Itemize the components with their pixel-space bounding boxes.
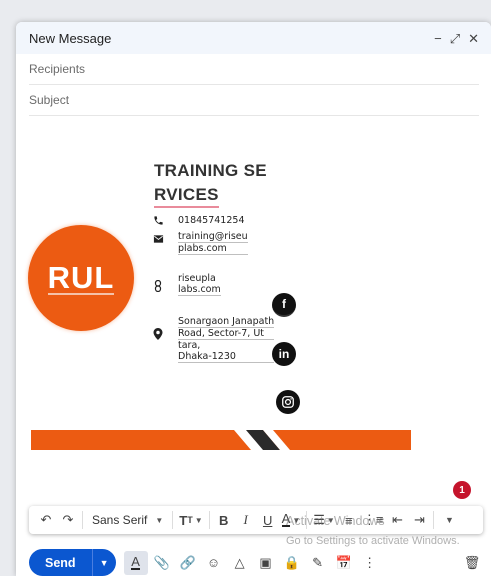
toolbar-divider xyxy=(433,511,435,529)
underline-icon[interactable]: U xyxy=(257,509,279,531)
minimize-icon[interactable]: − xyxy=(434,32,442,45)
phone-icon xyxy=(152,215,164,227)
attach-icon[interactable]: 📎 xyxy=(150,551,174,575)
more-formatting-icon[interactable]: ▼ xyxy=(437,509,459,531)
address-line2: Road, Sector-7, Ut xyxy=(178,328,275,340)
facebook-letter: f xyxy=(282,297,286,311)
expand-icon[interactable]: ⤢ xyxy=(450,32,460,45)
company-logo: RUL xyxy=(28,225,134,331)
redo-icon[interactable]: ↷ xyxy=(57,509,79,531)
italic-icon[interactable]: I xyxy=(235,509,257,531)
website-line2: labs.com xyxy=(178,284,221,296)
signature-icon[interactable]: ✎ xyxy=(306,551,330,575)
confidential-icon[interactable]: 🔒 xyxy=(280,551,304,575)
phone-number: 01845741254 xyxy=(178,215,245,226)
logo-text: RUL xyxy=(47,259,115,295)
photo-icon[interactable]: ▣ xyxy=(254,551,278,575)
send-button[interactable]: Send xyxy=(29,549,92,576)
email-icon xyxy=(152,234,164,246)
emoji-icon[interactable]: ☺ xyxy=(202,551,226,575)
website-text[interactable]: riseupla labs.com xyxy=(178,273,221,296)
more-options-icon[interactable]: ⋮ xyxy=(358,551,382,575)
bold-icon[interactable]: B xyxy=(213,509,235,531)
indent-more-icon[interactable]: ⇥ xyxy=(408,509,430,531)
schedule-icon[interactable]: 📅 xyxy=(332,551,356,575)
undo-icon[interactable]: ↶ xyxy=(35,509,57,531)
indent-less-icon[interactable]: ⇤ xyxy=(386,509,408,531)
trash-icon[interactable]: 🗑 xyxy=(461,552,483,574)
signature-title-line1: TRAINING SE xyxy=(154,161,267,180)
signature-divider-stripe xyxy=(31,430,411,450)
message-body[interactable]: TRAINING SE RVICES RUL 01845741254 train… xyxy=(16,118,491,508)
subject-placeholder: Subject xyxy=(29,93,70,107)
chevron-down-icon: ▼ xyxy=(155,515,164,525)
address-text: Sonargaon Janapath Road, Sector-7, Ut ta… xyxy=(178,316,275,363)
toolbar-divider xyxy=(172,511,174,529)
website-line1: riseupla xyxy=(178,273,216,284)
compose-window: New Message − ⤢ ✕ Recipients Subject TRA… xyxy=(16,22,491,576)
compose-title: New Message xyxy=(29,30,112,46)
window-controls: − ⤢ ✕ xyxy=(434,32,479,45)
instagram-icon[interactable] xyxy=(276,390,300,414)
formatting-toolbar: ↶ ↷ Sans Serif ▼ T T ▼ B I U A ▼ ☰ ▼ ≡ ⋮≡ ⇤ … xyxy=(29,506,483,534)
compose-bottom-toolbar: Send ▼ A 📎 🔗 ☺ △ ▣ 🔒 ✎ 📅 ⋮ 🗑 xyxy=(29,549,483,576)
activate-windows-watermark: Activate Windows xyxy=(286,514,385,528)
linkedin-letter: in xyxy=(278,347,290,361)
email-text[interactable]: training@riseu plabs.com xyxy=(178,231,248,255)
linkedin-icon[interactable]: in xyxy=(272,342,296,366)
font-select-value: Sans Serif xyxy=(92,513,148,527)
send-button-group: Send ▼ xyxy=(29,549,116,576)
toolbar-divider xyxy=(82,511,83,529)
address-line4: Dhaka-1230 xyxy=(178,351,275,363)
close-icon[interactable]: ✕ xyxy=(468,32,479,45)
toolbar-divider xyxy=(208,511,210,529)
link-icon[interactable]: 🔗 xyxy=(176,551,200,575)
send-options-chevron-icon[interactable]: ▼ xyxy=(91,549,116,576)
formatting-icon[interactable]: A xyxy=(123,550,148,575)
activate-windows-subtext: Go to Settings to activate Windows. xyxy=(286,535,460,547)
subject-field[interactable]: Subject xyxy=(29,85,479,116)
facebook-icon[interactable]: f xyxy=(272,293,296,317)
address-line3: tara, xyxy=(178,340,201,351)
compose-title-bar[interactable]: New Message − ⤢ ✕ xyxy=(16,22,491,54)
recipients-placeholder: Recipients xyxy=(29,62,86,76)
text-size-icon[interactable]: T T ▼ xyxy=(176,509,205,531)
email-line2: plabs.com xyxy=(178,243,248,255)
font-select[interactable]: Sans Serif ▼ xyxy=(86,509,169,531)
recipients-field[interactable]: Recipients xyxy=(29,54,479,85)
link-icon xyxy=(152,279,164,293)
location-icon xyxy=(152,328,164,340)
drive-icon[interactable]: △ xyxy=(228,551,252,575)
email-line1: training@riseu xyxy=(178,231,248,243)
notification-badge[interactable]: 1 xyxy=(453,481,471,499)
compose-tools: A 📎 🔗 ☺ △ ▣ 🔒 ✎ 📅 ⋮ xyxy=(123,550,382,575)
address-line1: Sonargaon Janapath xyxy=(178,316,275,328)
signature-title-line2: RVICES xyxy=(154,185,219,208)
